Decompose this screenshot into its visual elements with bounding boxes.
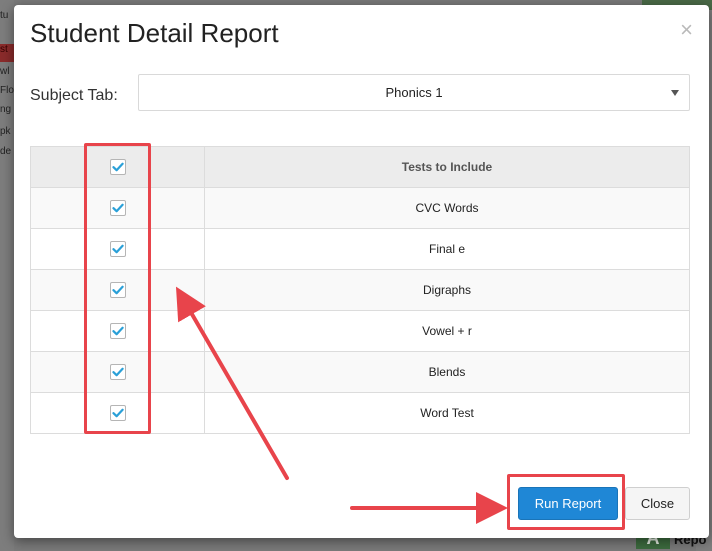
test-label: Word Test (204, 392, 690, 434)
checkmark-icon (111, 203, 124, 213)
test-checkbox[interactable] (109, 405, 126, 421)
table-row: Blends (30, 351, 690, 393)
bg-fragment: tu (0, 10, 9, 21)
bg-fragment: st (0, 44, 14, 62)
bg-fragment: wl (0, 66, 10, 77)
table-row: CVC Words (30, 187, 690, 229)
bg-fragment: ng (0, 104, 12, 115)
subject-tab-select[interactable]: Phonics 1 (138, 74, 690, 111)
checkmark-icon (111, 326, 124, 336)
table-row: Digraphs (30, 269, 690, 311)
test-label: Vowel + r (204, 310, 690, 352)
tests-to-include-header: Tests to Include (204, 146, 690, 188)
bg-fragment: Flo (0, 85, 14, 96)
table-row: Vowel + r (30, 310, 690, 352)
table-row: Final e (30, 228, 690, 270)
checkmark-icon (111, 162, 124, 172)
close-icon[interactable]: × (680, 19, 693, 41)
select-all-cell (30, 146, 205, 188)
test-label: CVC Words (204, 187, 690, 229)
test-checkbox[interactable] (109, 282, 126, 298)
test-checkbox[interactable] (109, 200, 126, 216)
run-report-button[interactable]: Run Report (518, 487, 618, 520)
checkmark-icon (111, 285, 124, 295)
test-label: Digraphs (204, 269, 690, 311)
table-header-row: Tests to Include (30, 146, 690, 188)
chevron-down-icon (671, 90, 679, 96)
test-checkbox[interactable] (109, 323, 126, 339)
bg-fragment: de (0, 146, 12, 157)
subject-tab-value: Phonics 1 (385, 85, 443, 100)
subject-tab-label: Subject Tab: (30, 87, 118, 104)
dialog-title: Student Detail Report (30, 18, 279, 48)
close-button[interactable]: Close (625, 487, 690, 520)
test-checkbox[interactable] (109, 364, 126, 380)
test-checkbox[interactable] (109, 241, 126, 257)
student-detail-report-dialog: Student Detail Report × Subject Tab: Pho… (14, 5, 709, 538)
table-row: Word Test (30, 392, 690, 434)
tests-table: Tests to Include CVC Words Final e Digra… (30, 146, 690, 434)
select-all-checkbox[interactable] (109, 159, 126, 175)
checkmark-icon (111, 244, 124, 254)
background-left-panel: tu st wl Flo ng pk de (0, 0, 14, 551)
checkmark-icon (111, 367, 124, 377)
checkmark-icon (111, 408, 124, 418)
bg-fragment: pk (0, 126, 11, 137)
test-label: Final e (204, 228, 690, 270)
test-label: Blends (204, 351, 690, 393)
